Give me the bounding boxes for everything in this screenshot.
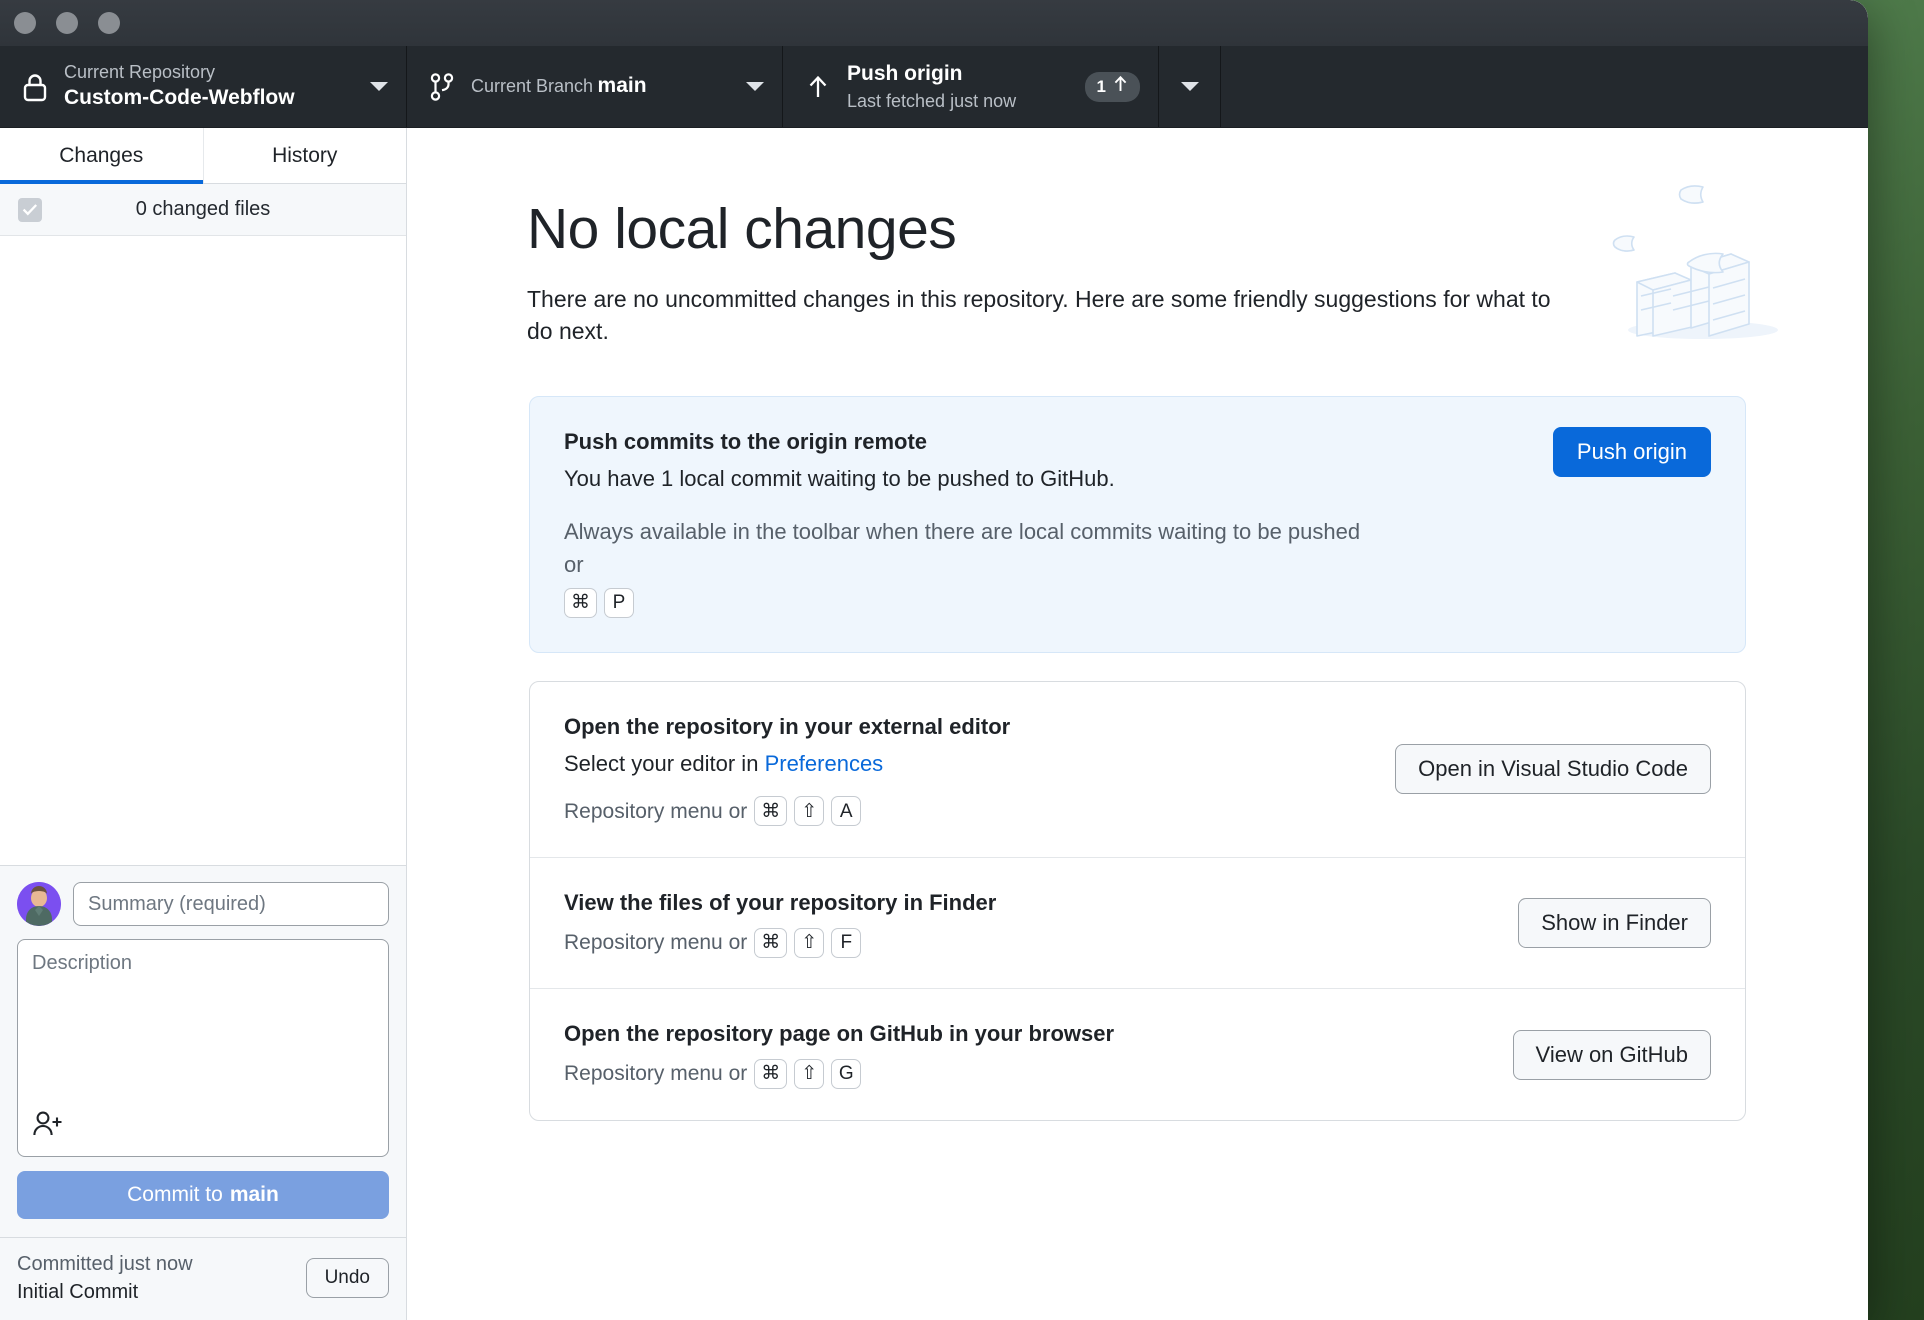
changed-files-count: 0 changed files xyxy=(135,198,271,220)
kbd-p: P xyxy=(604,587,634,618)
tab-changes[interactable]: Changes xyxy=(0,128,204,184)
suggestion-meta: Repository menu or ⌘ ⇧ A xyxy=(564,796,1375,828)
sidebar: Changes History 0 changed files Summary … xyxy=(0,128,407,1320)
kbd-shift: ⇧ xyxy=(794,1058,825,1089)
kbd-command: ⌘ xyxy=(564,587,597,618)
page-title: No local changes xyxy=(527,197,957,261)
changed-files-header: 0 changed files xyxy=(0,184,406,236)
arrow-up-icon xyxy=(801,73,835,101)
current-repository-button[interactable]: Current Repository Custom-Code-Webflow xyxy=(0,46,407,127)
push-commits-card: Push commits to the origin remote You ha… xyxy=(529,396,1746,653)
suggestion-row-finder: View the files of your repository in Fin… xyxy=(530,858,1745,990)
push-card-description: You have 1 local commit waiting to be pu… xyxy=(564,465,1115,491)
commit-button-branch: main xyxy=(229,1183,279,1206)
push-origin-toolbar-button[interactable]: Push origin Last fetched just now 1 xyxy=(783,46,1159,127)
suggestion-meta: Repository menu or ⌘ ⇧ G xyxy=(564,1058,1493,1090)
suggestion-texts: Open the repository in your external edi… xyxy=(564,712,1375,827)
arrow-up-icon xyxy=(1113,75,1128,98)
push-origin-sublabel: Last fetched just now xyxy=(847,90,1017,111)
lock-icon xyxy=(18,72,52,102)
app-window: Current Repository Custom-Code-Webflow C… xyxy=(0,0,1868,1320)
select-all-checkbox[interactable] xyxy=(18,197,42,222)
kbd-command: ⌘ xyxy=(754,1058,788,1089)
suggestion-description: Select your editor in Preferences xyxy=(564,747,1375,780)
current-repository-label: Current Repository xyxy=(64,62,216,83)
suggestion-title: Open the repository page on GitHub in yo… xyxy=(564,1021,1115,1047)
suggestion-meta-text: Repository menu or xyxy=(564,930,748,954)
kbd-shift: ⇧ xyxy=(794,927,825,958)
kbd-command: ⌘ xyxy=(754,927,788,958)
last-commit-title: Initial Commit xyxy=(17,1281,139,1303)
kbd-f: F xyxy=(831,927,862,958)
suggestion-row-editor: Open the repository in your external edi… xyxy=(530,682,1745,859)
undo-texts: Committed just now Initial Commit xyxy=(17,1250,193,1306)
toolbar: Current Repository Custom-Code-Webflow C… xyxy=(0,46,1868,128)
current-branch-button[interactable]: Current Branch main xyxy=(407,46,783,127)
changed-files-list[interactable] xyxy=(0,236,406,865)
undo-button[interactable]: Undo xyxy=(305,1258,389,1298)
kbd-g: G xyxy=(831,1058,862,1089)
close-button[interactable] xyxy=(14,12,36,34)
suggestion-row-github: Open the repository page on GitHub in yo… xyxy=(530,989,1745,1119)
summary-input[interactable] xyxy=(73,882,389,926)
tab-history-label: History xyxy=(272,143,338,167)
suggestion-meta-text: Repository menu or xyxy=(564,799,748,823)
tab-history[interactable]: History xyxy=(204,128,407,183)
suggestion-texts: View the files of your repository in Fin… xyxy=(564,888,1498,958)
preferences-link[interactable]: Preferences xyxy=(765,751,884,776)
ahead-commits-badge: 1 xyxy=(1084,71,1140,102)
branch-icon xyxy=(425,71,459,103)
description-placeholder: Description xyxy=(32,952,133,974)
chevron-down-icon xyxy=(1180,82,1199,91)
suggestion-texts: Open the repository page on GitHub in yo… xyxy=(564,1019,1493,1089)
kbd-a: A xyxy=(831,796,862,827)
summary-row xyxy=(17,882,389,926)
push-card-note: Always available in the toolbar when the… xyxy=(564,515,1364,618)
push-options-dropdown[interactable] xyxy=(1159,46,1221,127)
view-on-github-button[interactable]: View on GitHub xyxy=(1512,1029,1711,1080)
undo-commit-bar: Committed just now Initial Commit Undo xyxy=(0,1237,406,1320)
suggestion-meta: Repository menu or ⌘ ⇧ F xyxy=(564,927,1498,959)
main-content: No local changes There are no uncommitte… xyxy=(407,128,1868,1320)
zoom-button[interactable] xyxy=(98,12,120,34)
push-card-note-text: Always available in the toolbar when the… xyxy=(564,518,1361,577)
ahead-count: 1 xyxy=(1096,76,1106,96)
body: Changes History 0 changed files Summary … xyxy=(0,128,1868,1320)
current-branch-value: main xyxy=(597,74,647,98)
title-bar xyxy=(0,0,1868,46)
push-origin-label: Push origin xyxy=(847,62,963,86)
commit-form: Description Commit to main xyxy=(0,865,406,1237)
page-subtitle: There are no uncommitted changes in this… xyxy=(527,285,1551,345)
commit-button-prefix: Commit to xyxy=(127,1183,223,1206)
tab-changes-label: Changes xyxy=(59,143,144,167)
hero: No local changes There are no uncommitte… xyxy=(407,185,1868,348)
kbd-command: ⌘ xyxy=(754,796,788,827)
current-repository-value: Custom-Code-Webflow xyxy=(64,86,295,110)
traffic-lights xyxy=(14,12,120,34)
minimize-button[interactable] xyxy=(56,12,78,34)
push-card-title: Push commits to the origin remote xyxy=(564,429,928,454)
description-field[interactable]: Description xyxy=(17,939,389,1157)
chevron-down-icon xyxy=(370,82,388,91)
open-in-editor-button[interactable]: Open in Visual Studio Code xyxy=(1395,744,1711,795)
suggestion-description-text: Select your editor in xyxy=(564,750,759,776)
sidebar-tabs: Changes History xyxy=(0,128,406,184)
commit-status: Committed just now xyxy=(17,1253,193,1275)
avatar xyxy=(17,882,61,926)
push-card-texts: Push commits to the origin remote You ha… xyxy=(564,427,1533,618)
kbd-shift: ⇧ xyxy=(794,796,825,827)
suggestions-card: Open the repository in your external edi… xyxy=(529,680,1746,1121)
commit-button[interactable]: Commit to main xyxy=(17,1171,389,1219)
suggestion-meta-text: Repository menu or xyxy=(564,1062,748,1086)
add-person-icon[interactable] xyxy=(32,1109,64,1144)
suggestion-title: Open the repository in your external edi… xyxy=(564,713,1011,739)
suggestion-title: View the files of your repository in Fin… xyxy=(564,890,997,916)
show-in-finder-button[interactable]: Show in Finder xyxy=(1518,898,1711,949)
push-origin-button[interactable]: Push origin xyxy=(1552,427,1711,477)
current-branch-label: Current Branch xyxy=(471,76,594,97)
chevron-down-icon xyxy=(746,82,764,91)
